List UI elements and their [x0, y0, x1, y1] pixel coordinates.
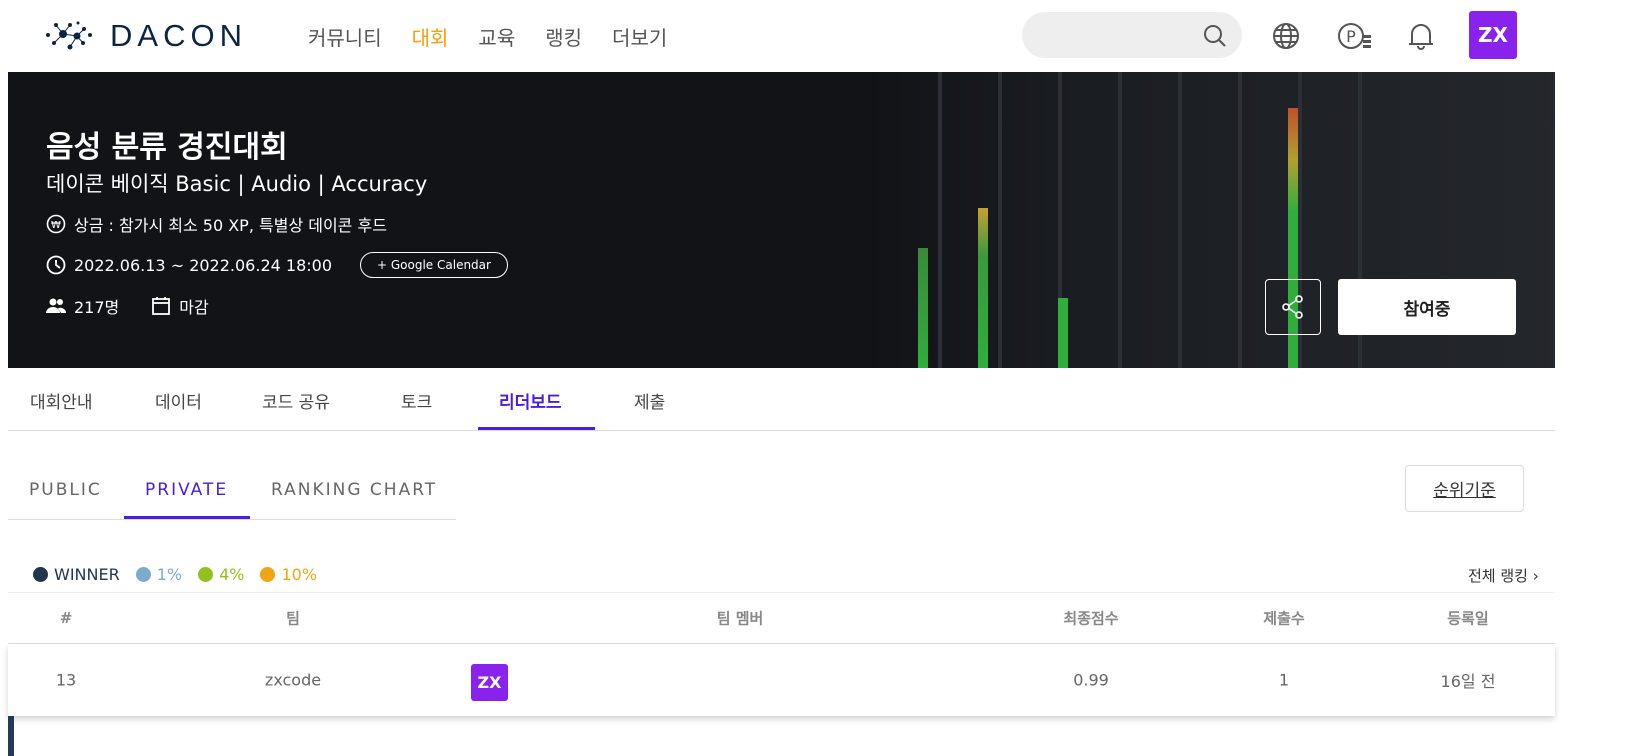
active-subtab-indicator [124, 516, 250, 519]
search-icon[interactable] [1202, 23, 1228, 49]
won-icon: ₩ [46, 214, 66, 234]
share-icon [1282, 295, 1303, 319]
bell-icon[interactable] [1405, 20, 1437, 52]
table-row[interactable]: 13 zxcode ZX 0.99 1 16일 전 [8, 644, 1555, 716]
leaderboard-tabs: PUBLIC PRIVATE RANKING CHART [8, 460, 456, 520]
all-ranking-link[interactable]: 전체 랭킹 › [1468, 565, 1539, 586]
row-rank: 13 [55, 670, 77, 690]
table-header: # 팀 팀 멤버 최종점수 제출수 등록일 [8, 592, 1555, 644]
logo-text: DACON [110, 18, 247, 53]
tab-private[interactable]: PRIVATE [145, 480, 228, 500]
clock-icon [46, 255, 66, 275]
tab-leaderboard[interactable]: 리더보드 [499, 388, 562, 413]
users-icon [46, 298, 66, 313]
member-avatar[interactable]: ZX [471, 664, 508, 701]
competition-title: 음성 분류 경진대회 [46, 130, 288, 165]
row-registered: 16일 전 [1440, 672, 1496, 691]
tab-code-share[interactable]: 코드 공유 [262, 388, 330, 413]
legend-winner: WINNER [54, 565, 120, 584]
google-calendar-button[interactable]: + Google Calendar [360, 252, 508, 278]
globe-icon[interactable] [1270, 20, 1302, 52]
col-score: 최종점수 [1063, 609, 1119, 628]
tab-submit[interactable]: 제출 [634, 388, 665, 413]
main-nav: 커뮤니티 대회 교육 랭킹 더보기 [308, 22, 667, 51]
competition-status: 마감 [179, 298, 209, 317]
row-team[interactable]: zxcode [265, 671, 321, 690]
period-line: 2022.06.13 ~ 2022.06.24 18:00 + Google C… [46, 252, 508, 278]
active-tab-indicator [478, 427, 595, 430]
tab-data[interactable]: 데이터 [155, 388, 202, 413]
legend-dot-1pct [135, 567, 151, 582]
search-input[interactable] [1022, 12, 1242, 58]
competition-subtitle: 데이콘 베이직 Basic | Audio | Accuracy [46, 172, 428, 196]
row-submissions: 1 [1278, 670, 1290, 690]
svg-text:₩: ₩ [51, 220, 61, 231]
legend-dot-4pct [198, 567, 214, 582]
col-rank: # [59, 609, 73, 627]
competition-tabs: 대회안내 데이터 코드 공유 토크 리더보드 제출 [8, 368, 1555, 431]
competition-banner: 음성 분류 경진대회 데이콘 베이직 Basic | Audio | Accur… [8, 72, 1555, 368]
legend-4pct: 4% [219, 565, 245, 584]
nav-community[interactable]: 커뮤니티 [308, 22, 382, 51]
next-row-edge [8, 716, 14, 756]
nav-more[interactable]: 더보기 [612, 22, 667, 51]
tab-ranking-chart[interactable]: RANKING CHART [271, 480, 437, 500]
nav-competition[interactable]: 대회 [412, 22, 449, 51]
period-text: 2022.06.13 ~ 2022.06.24 18:00 [74, 255, 332, 275]
logo-network-icon [46, 21, 92, 50]
legend-10pct: 10% [281, 565, 318, 584]
tab-overview[interactable]: 대회안내 [30, 388, 93, 413]
row-score: 0.99 [1073, 670, 1109, 690]
calendar-icon [152, 297, 171, 315]
rank-basis-button[interactable]: 순위기준 [1405, 465, 1524, 512]
rank-legend: WINNER 1% 4% 10% [33, 565, 317, 584]
tab-talk[interactable]: 토크 [401, 388, 432, 413]
top-nav: DACON 커뮤니티 대회 교육 랭킹 더보기 P ZX [0, 0, 1633, 72]
prize-text: 상금 : 참가시 최소 50 XP, 특별상 데이콘 후드 [74, 216, 387, 235]
point-icon[interactable]: P [1337, 20, 1373, 52]
col-members: 팀 멤버 [716, 609, 764, 628]
nav-education[interactable]: 교육 [478, 22, 515, 51]
tab-public[interactable]: PUBLIC [29, 480, 102, 500]
legend-dot-10pct [260, 567, 276, 582]
prize-line: ₩ 상금 : 참가시 최소 50 XP, 특별상 데이콘 후드 [46, 212, 387, 236]
legend-1pct: 1% [156, 565, 183, 584]
user-avatar[interactable]: ZX [1469, 11, 1517, 59]
participant-count: 217명 [74, 298, 120, 317]
join-button[interactable]: 참여중 [1338, 279, 1516, 335]
col-submissions: 제출수 [1263, 609, 1305, 628]
dacon-logo[interactable]: DACON [46, 18, 247, 54]
legend-dot-winner [33, 567, 48, 582]
col-registered: 등록일 [1447, 609, 1489, 628]
nav-ranking[interactable]: 랭킹 [545, 22, 582, 51]
stats-line: 217명 마감 [46, 294, 209, 318]
share-button[interactable] [1265, 279, 1321, 335]
svg-text:P: P [1346, 27, 1356, 46]
col-team: 팀 [286, 609, 300, 628]
